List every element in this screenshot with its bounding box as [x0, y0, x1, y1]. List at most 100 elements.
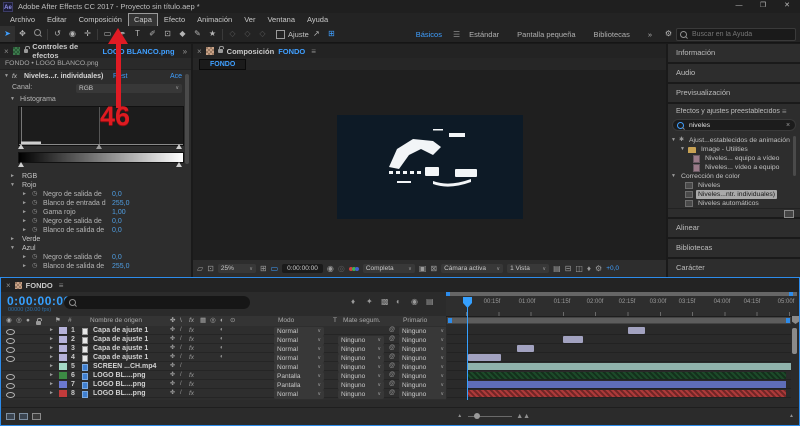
property-value[interactable]: 255,0	[112, 199, 130, 208]
selection-tool[interactable]: ➤	[0, 26, 15, 42]
stopwatch-icon[interactable]: ◷	[32, 208, 37, 217]
twirl-icon[interactable]: ►	[22, 190, 27, 199]
zoom-tool[interactable]	[30, 26, 45, 42]
workspace-overflow-chevrons[interactable]: »	[639, 30, 661, 39]
resolution-dropdown[interactable]: Completa ∨	[362, 264, 415, 273]
layer-row[interactable]: ► 2 Capa de ajuste 1 ✤ / fx ◐ Normal ∨ Ni…	[2, 335, 446, 345]
panel-informacion[interactable]: Información	[668, 44, 800, 62]
timeline-search-box[interactable]	[64, 296, 250, 309]
lock-icon[interactable]	[23, 46, 31, 53]
group-row[interactable]: ▼ Rojo	[0, 181, 184, 190]
workspace-estandar[interactable]: Estándar	[460, 30, 508, 39]
collapse-switch[interactable]: ✤	[170, 353, 175, 362]
layer-name[interactable]: Capa de ajuste 1	[93, 335, 148, 344]
tree-item-animation-presets[interactable]: ▼ ✱ Ajust...establecidos de animación	[671, 136, 797, 145]
t-column-header[interactable]: T	[333, 316, 337, 326]
layer-name[interactable]: Capa de ajuste 1	[93, 326, 148, 335]
layer-bar[interactable]	[468, 381, 786, 388]
adjustment-switch[interactable]: ◐	[220, 326, 224, 335]
layer-bar[interactable]	[628, 327, 645, 334]
timeline-v-scrollbar[interactable]	[792, 328, 797, 354]
stopwatch-icon[interactable]: ◷	[32, 199, 37, 208]
layer-color-chip[interactable]	[59, 363, 67, 370]
frame-blending-icon[interactable]: ◐	[396, 297, 401, 306]
mode-column-header[interactable]: Modo	[278, 316, 294, 326]
quality-switch[interactable]: /	[180, 335, 182, 344]
fx-switch[interactable]: fx	[189, 371, 194, 380]
property-row[interactable]: ► ◷ Gama rojo 1,00	[0, 208, 184, 217]
composition-tab-title[interactable]: Composición	[227, 47, 275, 56]
close-tab-icon[interactable]: ×	[197, 47, 202, 56]
panel-caracter[interactable]: Carácter	[668, 259, 800, 277]
histogram-row[interactable]: ▼ Histograma	[0, 95, 184, 104]
camera-tool[interactable]: ◉	[65, 26, 80, 42]
video-column-icon[interactable]: ◉	[6, 316, 12, 326]
work-area-bar[interactable]	[447, 317, 791, 324]
output-black-slider[interactable]	[18, 162, 24, 167]
pick-whip-icon[interactable]: @	[389, 380, 395, 389]
panel-audio[interactable]: Audio	[668, 64, 800, 82]
fx-switch[interactable]: fx	[189, 380, 194, 389]
close-tab-icon[interactable]: ×	[4, 47, 9, 56]
camera-dropdown[interactable]: Cámara activa ∨	[441, 264, 504, 273]
snapshot-icon[interactable]: ◉	[327, 264, 334, 273]
collapse-switch[interactable]: ✤	[170, 335, 175, 344]
twirl-icon[interactable]: ▼	[4, 72, 9, 81]
twirl-icon[interactable]: ►	[10, 235, 15, 244]
exposure-value[interactable]: +0,0	[606, 265, 619, 272]
layer-name[interactable]: Capa de ajuste 1	[93, 344, 148, 353]
puppet-tool[interactable]: ★	[205, 26, 220, 42]
snap-toggle[interactable]: Ajuste	[276, 29, 309, 39]
composition-frame[interactable]	[337, 115, 523, 219]
pick-whip-icon[interactable]: @	[389, 353, 395, 362]
eye-icon[interactable]	[6, 373, 15, 380]
stopwatch-icon[interactable]: ◷	[32, 217, 37, 226]
always-preview-icon[interactable]: ▱	[197, 264, 203, 273]
workspace-menu-icon[interactable]: ☰	[453, 30, 460, 39]
layer-row[interactable]: ► 4 Capa de ajuste 1 ✤ / fx ◐ Normal ∨ Ni…	[2, 353, 446, 363]
close-tab-icon[interactable]: ×	[6, 281, 11, 290]
eye-icon[interactable]	[6, 328, 15, 335]
lock-icon[interactable]	[217, 46, 224, 53]
restore-button[interactable]: ❐	[752, 0, 774, 12]
exposure-gear-icon[interactable]: ⚙	[595, 264, 602, 273]
parent-column-header[interactable]: Primario	[403, 316, 427, 326]
stopwatch-icon[interactable]: ◷	[32, 190, 37, 199]
menu-archivo[interactable]: Archivo	[4, 14, 41, 26]
twirl-icon[interactable]: ►	[22, 199, 27, 208]
rotate-tool[interactable]: ↺	[50, 26, 65, 42]
effect-controls-tab-file[interactable]: LOGO BLANCO.png	[102, 47, 174, 56]
twirl-icon[interactable]: ►	[22, 226, 27, 235]
panel-menu-icon[interactable]: ≡	[311, 47, 316, 56]
reset-exposure-icon[interactable]: ⊟	[565, 264, 572, 273]
canal-dropdown[interactable]: RGB ∨	[76, 84, 182, 93]
fx-switch[interactable]: fx	[189, 389, 194, 398]
track-area[interactable]	[447, 326, 791, 400]
help-search-box[interactable]	[676, 27, 796, 41]
motion-blur-icon[interactable]: ◉	[411, 297, 418, 306]
help-search-input[interactable]	[690, 29, 786, 39]
twirl-icon[interactable]: ►	[22, 253, 27, 262]
stopwatch-icon[interactable]: ◷	[32, 226, 37, 235]
zoom-handles-icon[interactable]: ↗	[309, 26, 324, 42]
input-black-slider[interactable]	[18, 144, 24, 149]
more-tabs-chevrons[interactable]: »	[183, 47, 187, 56]
pick-whip-icon[interactable]: @	[389, 335, 395, 344]
tree-item-effect[interactable]: Niveles automáticos	[685, 199, 800, 208]
solo-column-icon[interactable]: ●	[26, 316, 30, 326]
quality-switch[interactable]: /	[180, 371, 182, 380]
fx-switch[interactable]: fx	[189, 335, 194, 344]
share-view-icon[interactable]: ▤	[553, 264, 561, 273]
footer-collapse-icon[interactable]: ▲	[789, 413, 794, 419]
stopwatch-icon[interactable]: ◷	[32, 253, 37, 262]
workspace-basicos[interactable]: Básicos	[407, 30, 451, 39]
rotobrush-tool[interactable]: ✎	[190, 26, 205, 42]
pick-whip-icon[interactable]: @	[389, 326, 395, 335]
stamp-tool[interactable]: ⊡	[160, 26, 175, 42]
viewer-comp-tab[interactable]: FONDO	[199, 58, 247, 70]
zoom-slider-knob[interactable]	[474, 412, 481, 419]
group-row[interactable]: ► RGB	[0, 172, 184, 181]
eye-icon[interactable]	[6, 346, 15, 353]
adjustment-switch[interactable]: ◐	[220, 344, 224, 353]
fx-switch[interactable]: fx	[189, 353, 194, 362]
